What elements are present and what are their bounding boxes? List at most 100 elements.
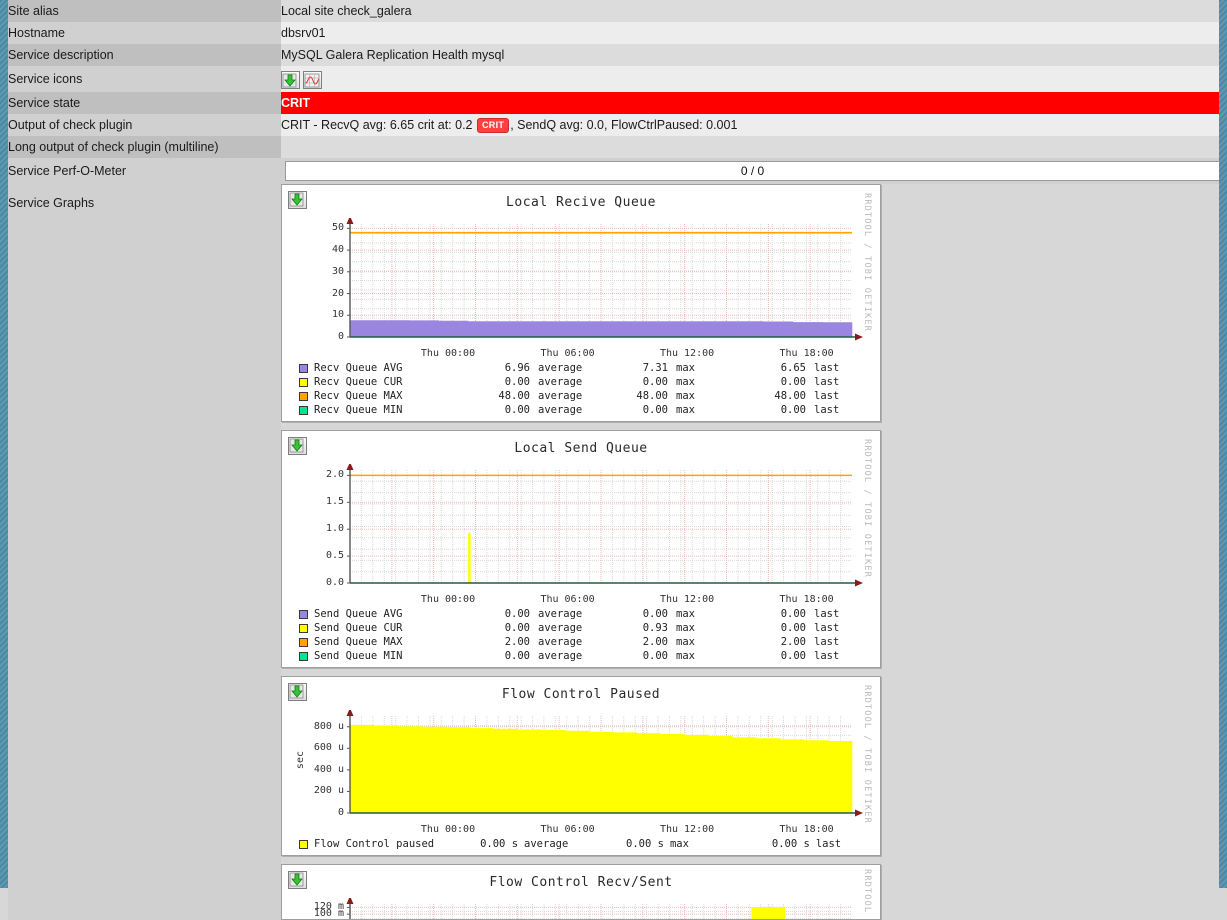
- value-hostname[interactable]: dbsrv01: [281, 22, 1219, 44]
- window-frame-right-edge: [1219, 0, 1227, 888]
- graph-legend-average-value: 0.00: [504, 622, 530, 634]
- service-graph[interactable]: RRDTOOL / TOBI OETIKER Flow Control Pause…: [281, 676, 881, 856]
- graph-legend-row: Recv Queue MAX 48.00 average 48.00 max 48.00 l…: [299, 389, 880, 403]
- graph-plot-area: 0.0 0.5 1.0 1.5 2.0 Thu 00:00 Thu 06:00 Thu 12:…: [282, 462, 880, 605]
- window-frame-left-edge: [0, 0, 8, 888]
- graph-legend-max-label: max: [676, 390, 695, 402]
- graph-legend-last-value: 0.00: [780, 376, 806, 388]
- graph-legend-max-value: 7.31: [642, 362, 668, 374]
- inline-crit-badge: CRIT: [476, 118, 510, 133]
- graph-legend-row: Send Queue MAX 2.00 average 2.00 max 2.00 last: [299, 635, 880, 649]
- perf-o-meter[interactable]: 0 / 0: [285, 161, 1219, 181]
- graph-legend-average-value: 0.00: [504, 376, 530, 388]
- graph-y-tick-label: 2.0: [325, 469, 344, 481]
- graph-title: Flow Control Recv/Sent: [489, 875, 673, 890]
- download-icon[interactable]: [281, 71, 300, 89]
- graph-legend-max-value: 0.00: [642, 376, 668, 388]
- graph-y-tick-label: 200 u: [313, 785, 344, 797]
- graph-legend-last-value: 2.00: [780, 636, 806, 648]
- graph-legend-name: Send Queue MAX: [314, 636, 403, 648]
- graph-x-tick-label: Thu 00:00: [420, 824, 476, 835]
- perf-o-meter-text: 0 / 0: [740, 164, 765, 178]
- graph-legend-last-label: last: [814, 390, 840, 402]
- graph-legend-swatch: [299, 623, 308, 633]
- label-perfometer: Service Perf-O-Meter: [8, 158, 281, 184]
- graph-legend-max-value: 0.93: [642, 622, 668, 634]
- graph-plot-area: 0 200 u 400 u 600 u 800 u sec Thu 00:00 Thu 06:…: [282, 708, 880, 835]
- graph-download-icon[interactable]: [288, 683, 307, 701]
- graph-legend-max-value: 0.00: [642, 608, 668, 620]
- label-long-output: Long output of check plugin (multiline): [8, 136, 281, 158]
- graph-legend: Send Queue AVG 0.00 average 0.00 max 0.00 last…: [282, 603, 880, 663]
- graph-legend-max-label: max: [676, 636, 695, 648]
- graph-y-tick-label: 0.0: [325, 577, 344, 588]
- graph-svg: [346, 216, 863, 341]
- table-row-plugin-output: Output of check plugin CRIT - RecvQ avg:…: [8, 114, 1219, 136]
- service-graph[interactable]: RRDTOOL / TOBI OETIKERFlow Control Recv/…: [281, 864, 881, 920]
- graph-y-tick-label: 0: [337, 807, 344, 818]
- graph-legend-average-label: average: [538, 404, 583, 416]
- plugin-output-after: , SendQ avg: 0.0, FlowCtrlPaused: 0.001: [510, 118, 738, 132]
- service-details-page: Site alias Local site check_galera Hostn…: [8, 0, 1219, 920]
- graph-legend: Recv Queue AVG 6.96 average 7.31 max 6.65 last…: [282, 357, 880, 417]
- graph-legend-average-label: average: [538, 636, 583, 648]
- graph-legend-average-label: average: [538, 390, 583, 402]
- graph-legend-average-value: 2.00: [504, 636, 530, 648]
- graph-legend-max-label: max: [676, 376, 695, 388]
- label-service-graphs: Service Graphs: [8, 184, 281, 920]
- graph-title: Flow Control Paused: [501, 687, 661, 702]
- graph-legend-max-label: max: [676, 622, 695, 634]
- graph-legend-row: Send Queue MIN 0.00 average 0.00 max 0.00 last: [299, 649, 880, 663]
- table-row-perfometer: Service Perf-O-Meter 0 / 0: [8, 158, 1219, 184]
- graph-y-tick-label: 30: [331, 265, 344, 277]
- graph-legend-last-label: last: [814, 636, 840, 648]
- value-perfometer: 0 / 0: [281, 158, 1219, 184]
- service-icon-list: [281, 69, 1219, 89]
- graph-download-icon[interactable]: [288, 437, 307, 455]
- graph-legend-swatch: [299, 651, 308, 661]
- download-icon-glyph: [282, 73, 297, 88]
- graph-series-area: [349, 320, 853, 338]
- graph-x-tick-label: Thu 06:00: [540, 824, 595, 835]
- graph-icon[interactable]: [303, 71, 322, 89]
- graph-y-tick-label: 0.5: [325, 550, 344, 562]
- graph-download-icon[interactable]: [288, 871, 307, 889]
- graph-legend-name: Send Queue MIN: [314, 650, 403, 662]
- table-row-site-alias: Site alias Local site check_galera: [8, 0, 1219, 22]
- plugin-output-before: CRIT - RecvQ avg: 6.65 crit at: 0.2: [281, 118, 476, 132]
- graph-legend-max-label: max: [676, 404, 695, 416]
- graph-legend-name: Recv Queue MAX: [314, 390, 403, 402]
- graph-y-tick-label: 50: [331, 222, 344, 234]
- graph-plot-area: 100 m 120 m: [282, 896, 880, 919]
- graph-legend-max-label: max: [676, 650, 695, 662]
- graph-legend-row: Recv Queue MIN 0.00 average 0.00 max 0.00 last: [299, 403, 880, 417]
- graph-svg: [346, 462, 863, 587]
- graph-legend-average-value: 0.00: [504, 650, 530, 662]
- graph-x-tick-label: Thu 18:00: [779, 824, 834, 835]
- label-hostname: Hostname: [8, 22, 281, 44]
- value-long-output: [281, 136, 1219, 158]
- graph-legend-swatch: [299, 839, 308, 849]
- graph-legend-last-label: last: [814, 622, 840, 634]
- graph-x-tick-label: Thu 18:00: [779, 594, 834, 605]
- graph-download-icon[interactable]: [288, 191, 307, 209]
- graph-legend-average-label: average: [538, 376, 583, 388]
- graph-legend-max-value: 0.00 s: [626, 838, 664, 850]
- graph-x-tick-label: Thu 12:00: [659, 824, 715, 835]
- graph-plot-area: 0 10 20 30 40 50 Thu 00:00 Thu 06:00 Thu 12:00 Th…: [282, 216, 880, 359]
- graph-legend-max-value: 0.00: [642, 404, 668, 416]
- graph-legend-swatch: [299, 405, 308, 415]
- graph-x-tick-label: Thu 06:00: [540, 594, 595, 605]
- graph-x-tick-label: Thu 18:00: [779, 348, 834, 359]
- graph-y-tick-label: 40: [331, 244, 344, 256]
- graph-y-tick-label: 120 m: [313, 901, 344, 913]
- table-row-service-state: Service state CRIT: [8, 92, 1219, 114]
- graph-x-tick-label: Thu 00:00: [420, 594, 476, 605]
- value-plugin-output: CRIT - RecvQ avg: 6.65 crit at: 0.2 CRIT…: [281, 114, 1219, 136]
- service-graph[interactable]: RRDTOOL / TOBI OETIKER Local Recive Queue…: [281, 184, 881, 422]
- graph-legend-last-label: last: [814, 404, 840, 416]
- label-service-description: Service description: [8, 44, 281, 66]
- service-graph[interactable]: RRDTOOL / TOBI OETIKER Local Send Queue 0.…: [281, 430, 881, 668]
- graph-legend-swatch: [299, 609, 308, 619]
- graph-legend-row: Send Queue CUR 0.00 average 0.93 max 0.00 last: [299, 621, 880, 635]
